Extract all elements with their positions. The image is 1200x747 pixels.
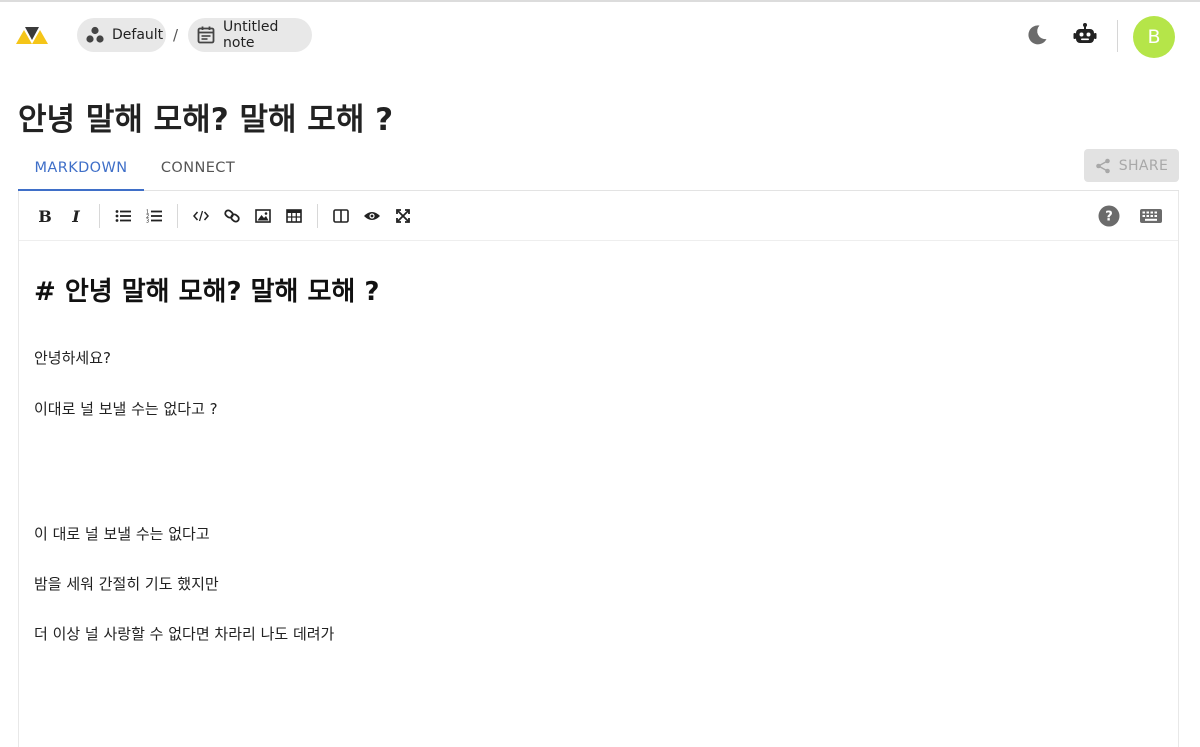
app-header: Default / Untitled note B (0, 2, 1200, 68)
editor-line: 밤을 세워 간절히 기도 했지만 (34, 575, 219, 593)
keyboard-icon (1140, 209, 1162, 223)
app-logo[interactable] (15, 24, 49, 50)
toolbar-separator (317, 204, 318, 228)
italic-icon: I (72, 206, 80, 226)
code-icon (193, 210, 209, 222)
numbered-list-icon: 1 2 3 (146, 210, 162, 224)
help-button[interactable]: ? (1097, 204, 1121, 228)
eye-icon (364, 212, 380, 220)
image-icon (255, 209, 271, 223)
image-button[interactable] (251, 204, 275, 228)
link-button[interactable] (220, 204, 244, 228)
tab-connect[interactable]: CONNECT (144, 146, 252, 190)
header-divider (1117, 20, 1118, 52)
editor-line: 더 이상 널 사랑할 수 없다면 차라리 나도 데려가 (34, 625, 335, 643)
editor-line: 이 대로 널 보낼 수는 없다고 (34, 525, 210, 543)
robot-icon[interactable] (1072, 22, 1098, 48)
markdown-editor: B I 1 2 3 ? # 안녕 말해 모해? 말해 모해 ? 안녕하세요? 이… (18, 191, 1179, 747)
editor-line: 이대로 널 보낼 수는 없다고 ? (34, 400, 218, 418)
tab-markdown[interactable]: MARKDOWN (18, 146, 144, 191)
bulleted-list-icon (115, 210, 131, 222)
markdown-heading: # 안녕 말해 모해? 말해 모해 ? (34, 277, 380, 307)
bold-icon: B (38, 206, 52, 226)
svg-text:?: ? (1105, 210, 1113, 225)
share-button[interactable]: SHARE (1084, 149, 1179, 182)
numbered-list-button[interactable]: 1 2 3 (142, 204, 166, 228)
toolbar-separator (177, 204, 178, 228)
note-label: Untitled note (223, 19, 279, 51)
fullscreen-button[interactable] (391, 204, 415, 228)
code-button[interactable] (189, 204, 213, 228)
share-label: SHARE (1118, 157, 1169, 174)
keyboard-shortcuts-button[interactable] (1138, 204, 1164, 228)
table-icon (286, 209, 302, 223)
breadcrumb-separator: / (173, 26, 179, 44)
page-title: 안녕 말해 모해? 말해 모해 ? (18, 102, 394, 138)
columns-icon (333, 209, 349, 223)
editor-toolbar: B I 1 2 3 ? (19, 191, 1178, 241)
avatar[interactable]: B (1133, 16, 1175, 58)
workspace-breadcrumb[interactable]: Default (77, 18, 166, 52)
fullscreen-icon (396, 209, 410, 223)
link-icon (224, 209, 240, 223)
group-icon (85, 24, 105, 46)
calendar-note-icon (196, 24, 216, 46)
avatar-initial: B (1147, 26, 1161, 48)
table-button[interactable] (282, 204, 306, 228)
preview-button[interactable] (360, 204, 384, 228)
workspace-label: Default (112, 27, 164, 43)
toolbar-separator (99, 204, 100, 228)
note-breadcrumb[interactable]: Untitled note (188, 18, 312, 52)
editor-line: 안녕하세요? (34, 349, 111, 367)
share-icon (1095, 158, 1111, 174)
bold-button[interactable]: B (33, 204, 57, 228)
italic-button[interactable]: I (64, 204, 88, 228)
bulleted-list-button[interactable] (111, 204, 135, 228)
moon-icon[interactable] (1024, 22, 1050, 48)
help-circle-icon: ? (1098, 205, 1120, 227)
editor-tabs: MARKDOWN CONNECT (18, 146, 1179, 191)
side-by-side-button[interactable] (329, 204, 353, 228)
svg-text:3: 3 (146, 219, 149, 224)
